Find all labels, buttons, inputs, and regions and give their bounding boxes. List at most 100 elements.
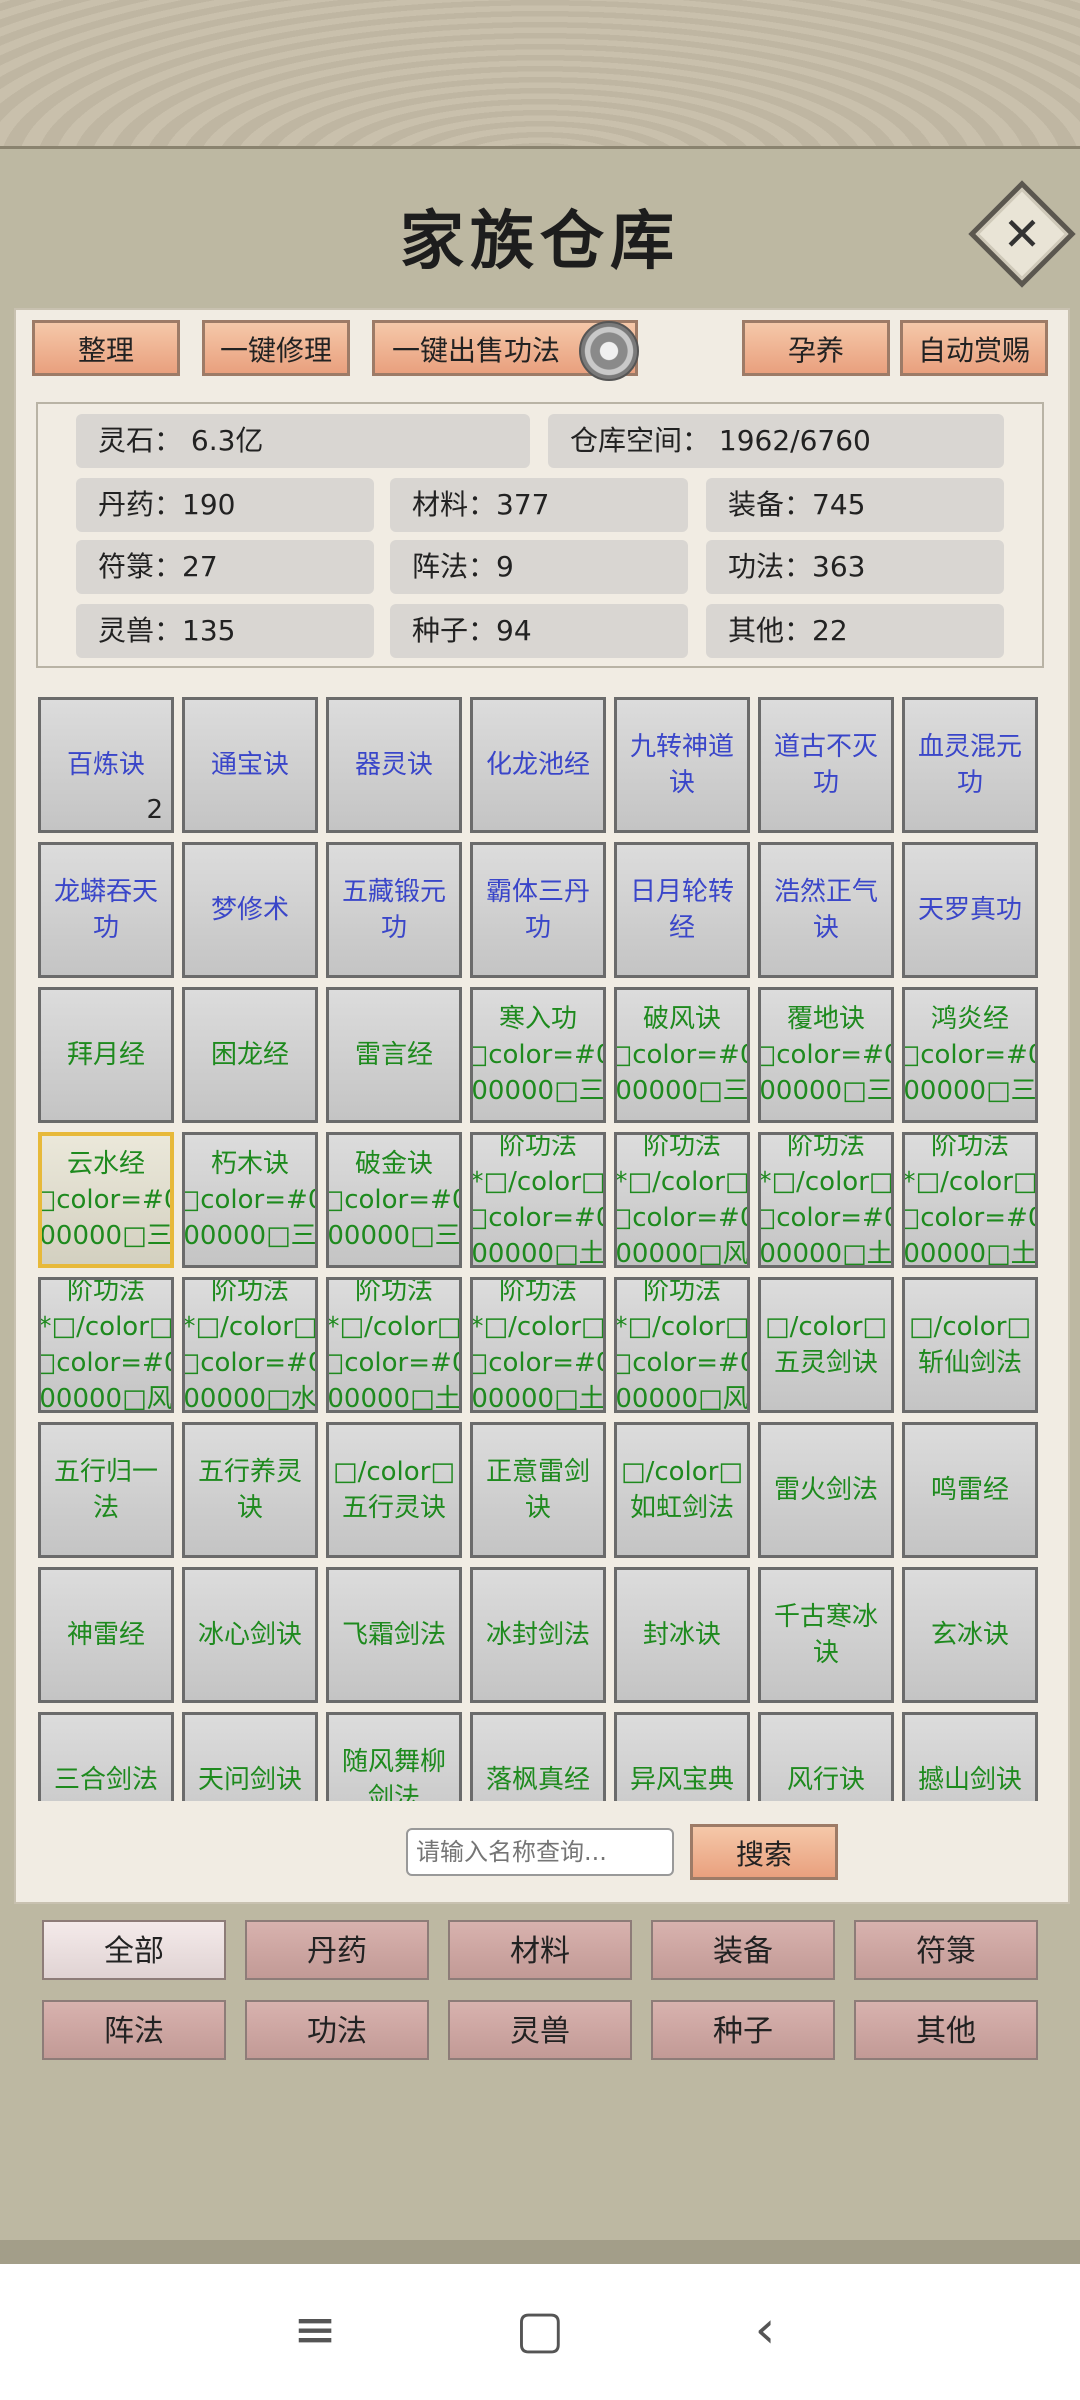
item-cell[interactable]: 通宝诀 (182, 697, 318, 833)
item-cell[interactable]: 玄冰诀 (902, 1567, 1038, 1703)
item-cell[interactable]: 朽木诀 □color=#0 00000□三 (182, 1132, 318, 1268)
menu-icon[interactable]: ≡ (280, 2300, 350, 2360)
item-cell[interactable]: □/color□ 五行灵诀 (326, 1422, 462, 1558)
item-cell[interactable]: 落枫真经 (470, 1712, 606, 1801)
item-name: 阶功法 *□/color□ □color=#0 00000□土 (902, 1132, 1038, 1268)
item-name: 浩然正气诀 (773, 877, 878, 943)
item-name: 撼山剑诀 (917, 1765, 1022, 1795)
repair-all-button[interactable]: 一键修理 (202, 320, 350, 376)
item-cell[interactable]: 化龙池经 (470, 697, 606, 833)
item-cell[interactable]: 异风宝典 (614, 1712, 750, 1801)
category-tab[interactable]: 装备 (651, 1920, 835, 1980)
item-cell[interactable]: 破金诀 □color=#0 00000□三 (326, 1132, 462, 1268)
item-cell[interactable]: 三合剑法 (38, 1712, 174, 1801)
stat-seed: 种子：94 (390, 604, 688, 658)
item-name: 三合剑法 (53, 1765, 158, 1795)
item-name: 鸣雷经 (930, 1475, 1009, 1505)
item-cell[interactable]: 阶功法 *□/color□ □color=#0 00000□土 (758, 1132, 894, 1268)
category-tab[interactable]: 功法 (245, 2000, 429, 2060)
item-cell[interactable]: 阶功法 *□/color□ □color=#0 00000□土 (326, 1277, 462, 1413)
category-tab[interactable]: 灵兽 (448, 2000, 632, 2060)
item-cell[interactable]: 拜月经 (38, 987, 174, 1123)
top-wave-background (0, 0, 1080, 156)
stat-beast: 灵兽：135 (76, 604, 374, 658)
item-cell[interactable]: 龙蟒吞天功 (38, 842, 174, 978)
home-icon[interactable]: ▢ (505, 2300, 575, 2360)
category-tab[interactable]: 其他 (854, 2000, 1038, 2060)
item-cell[interactable]: 血灵混元功 (902, 697, 1038, 833)
item-cell[interactable]: 阶功法 *□/color□ □color=#0 00000□土 (470, 1132, 606, 1268)
stat-other: 其他：22 (706, 604, 1004, 658)
item-cell[interactable]: 覆地诀 □color=#0 00000□三 (758, 987, 894, 1123)
item-name: 器灵诀 (354, 750, 433, 780)
item-cell[interactable]: 冰封剑法 (470, 1567, 606, 1703)
item-cell[interactable]: 破风诀 □color=#0 00000□三 (614, 987, 750, 1123)
item-cell[interactable]: □/color□ 如虹剑法 (614, 1422, 750, 1558)
item-cell[interactable]: 鸣雷经 (902, 1422, 1038, 1558)
item-cell[interactable]: 天问剑诀 (182, 1712, 318, 1801)
back-icon[interactable]: ‹ (730, 2300, 800, 2360)
close-icon[interactable]: ✕ (984, 196, 1060, 272)
category-tab[interactable]: 丹药 (245, 1920, 429, 1980)
item-name: 破风诀 □color=#0 00000□三 (614, 1004, 750, 1106)
item-cell[interactable]: 困龙经 (182, 987, 318, 1123)
item-cell[interactable]: 阶功法 *□/color□ □color=#0 00000□风 (38, 1277, 174, 1413)
item-name: □/color□ 如虹剑法 (621, 1457, 743, 1523)
item-cell[interactable]: □/color□ 五灵剑诀 (758, 1277, 894, 1413)
item-cell[interactable]: 阶功法 *□/color□ □color=#0 00000□土 (470, 1277, 606, 1413)
item-cell[interactable]: 五行归一法 (38, 1422, 174, 1558)
item-cell[interactable]: 阶功法 *□/color□ □color=#0 00000□风 (614, 1132, 750, 1268)
item-cell[interactable]: 天罗真功 (902, 842, 1038, 978)
item-name: 正意雷剑诀 (485, 1457, 590, 1523)
incubate-button[interactable]: 孕养 (742, 320, 890, 376)
search-input[interactable] (406, 1828, 674, 1876)
stat-warehouse-space: 仓库空间： 1962/6760 (548, 414, 1004, 468)
item-cell[interactable]: 浩然正气诀 (758, 842, 894, 978)
item-cell[interactable]: 五藏锻元功 (326, 842, 462, 978)
item-cell[interactable]: 百炼诀 2 (38, 697, 174, 833)
item-name: □/color□ 斩仙剑法 (909, 1312, 1031, 1378)
item-cell[interactable]: 雷火剑法 (758, 1422, 894, 1558)
item-cell[interactable]: 风行诀 (758, 1712, 894, 1801)
item-cell[interactable]: 雷言经 (326, 987, 462, 1123)
gear-icon[interactable] (579, 321, 639, 381)
item-cell[interactable]: 九转神道诀 (614, 697, 750, 833)
category-tab[interactable]: 材料 (448, 1920, 632, 1980)
item-cell[interactable]: 霸体三丹功 (470, 842, 606, 978)
item-name: 天问剑诀 (197, 1765, 302, 1795)
item-cell[interactable]: 阶功法 *□/color□ □color=#0 00000□水 (182, 1277, 318, 1413)
item-cell[interactable]: 飞霜剑法 (326, 1567, 462, 1703)
item-cell[interactable]: 神雷经 (38, 1567, 174, 1703)
item-name: 拜月经 (66, 1040, 145, 1070)
category-tab[interactable]: 全部 (42, 1920, 226, 1980)
item-cell[interactable]: 云水经 □color=#0 00000□三 (38, 1132, 174, 1268)
item-cell[interactable]: 冰心剑诀 (182, 1567, 318, 1703)
sort-button[interactable]: 整理 (32, 320, 180, 376)
stat-material: 材料：377 (390, 478, 688, 532)
item-grid: 百炼诀 2 通宝诀 器灵诀 化龙池经 九转神道诀 道古不灭功 血灵混元功龙蟒吞天功 梦修术 五藏锻… (38, 697, 1042, 1801)
item-cell[interactable]: 阶功法 *□/color□ □color=#0 00000□土 (902, 1132, 1038, 1268)
category-tab[interactable]: 符箓 (854, 1920, 1038, 1980)
item-cell[interactable]: 封冰诀 (614, 1567, 750, 1703)
category-tab[interactable]: 阵法 (42, 2000, 226, 2060)
item-cell[interactable]: 梦修术 (182, 842, 318, 978)
item-cell[interactable]: 器灵诀 (326, 697, 462, 833)
item-cell[interactable]: 鸿炎经 □color=#0 00000□三 (902, 987, 1038, 1123)
item-name: 龙蟒吞天功 (53, 877, 158, 943)
item-cell[interactable]: 撼山剑诀 (902, 1712, 1038, 1801)
item-name: 阶功法 *□/color□ □color=#0 00000□风 (614, 1132, 750, 1268)
item-cell[interactable]: 随风舞柳剑法 (326, 1712, 462, 1801)
item-cell[interactable]: 正意雷剑诀 (470, 1422, 606, 1558)
search-button[interactable]: 搜索 (690, 1824, 838, 1880)
item-name: 飞霜剑法 (341, 1620, 446, 1650)
item-cell[interactable]: □/color□ 斩仙剑法 (902, 1277, 1038, 1413)
item-name: 落枫真经 (485, 1765, 590, 1795)
item-cell[interactable]: 寒入功 □color=#0 00000□三 (470, 987, 606, 1123)
category-tab[interactable]: 种子 (651, 2000, 835, 2060)
item-cell[interactable]: 日月轮转经 (614, 842, 750, 978)
item-cell[interactable]: 五行养灵诀 (182, 1422, 318, 1558)
item-cell[interactable]: 阶功法 *□/color□ □color=#0 00000□风 (614, 1277, 750, 1413)
item-cell[interactable]: 道古不灭功 (758, 697, 894, 833)
item-cell[interactable]: 千古寒冰诀 (758, 1567, 894, 1703)
auto-reward-button[interactable]: 自动赏赐 (900, 320, 1048, 376)
